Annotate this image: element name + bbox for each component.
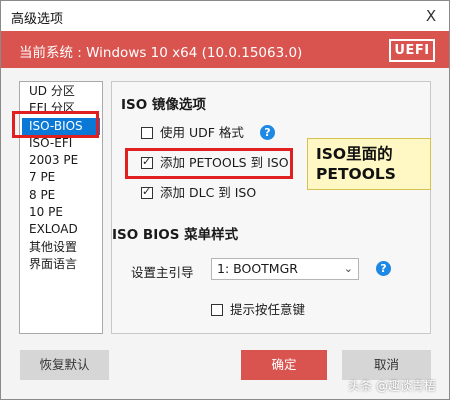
- show-any-key-option[interactable]: 提示按任意键: [211, 301, 305, 319]
- bios-menu-style-title: ISO BIOS 菜单样式: [112, 227, 239, 243]
- udf-format-checkbox[interactable]: [141, 127, 153, 139]
- advanced-options-window: 高级选项 X 当前系统 : Windows 10 x64 (10.0.15063…: [0, 0, 450, 400]
- help-circle-icon[interactable]: ?: [376, 261, 391, 276]
- close-icon[interactable]: X: [419, 4, 443, 28]
- bootloader-selected-value: 1: BOOTMGR: [217, 261, 298, 276]
- uefi-badge: UEFI: [389, 39, 435, 62]
- sidebar-item-language[interactable]: 界面语言: [20, 256, 102, 273]
- sidebar-item-2003-pe[interactable]: 2003 PE: [20, 152, 102, 169]
- restore-defaults-button[interactable]: 恢复默认: [20, 350, 109, 380]
- current-system-text: 当前系统 : Windows 10 x64 (10.0.15063.0): [19, 45, 303, 61]
- highlight-box-iso-bios: [12, 111, 99, 138]
- callout-line-1: ISO里面的: [316, 145, 393, 163]
- udf-format-option[interactable]: 使用 UDF 格式: [141, 124, 244, 142]
- show-any-key-label: 提示按任意键: [230, 302, 306, 317]
- title-bar: 高级选项 X: [1, 1, 449, 31]
- sidebar-item-10-pe[interactable]: 10 PE: [20, 204, 102, 221]
- callout-line-2: PETOOLS: [316, 165, 396, 183]
- chevron-down-icon: ⌄: [343, 262, 353, 275]
- bootloader-select[interactable]: 1: BOOTMGR ⌄: [211, 258, 359, 280]
- help-circle-icon[interactable]: ?: [260, 125, 275, 140]
- annotation-callout: ISO里面的 PETOOLS: [307, 138, 431, 190]
- bootloader-label: 设置主引导: [131, 265, 194, 280]
- cancel-button[interactable]: 取消: [342, 350, 431, 380]
- add-dlc-label: 添加 DLC 到 ISO: [160, 185, 257, 200]
- watermark-text: 头条 @趣谈青梧: [348, 379, 436, 393]
- sidebar-item-exload[interactable]: EXLOAD: [20, 221, 102, 238]
- sidebar-item-8-pe[interactable]: 8 PE: [20, 187, 102, 204]
- highlight-box-petools: [125, 148, 293, 179]
- window-title: 高级选项: [11, 12, 64, 27]
- ok-button[interactable]: 确定: [241, 350, 327, 380]
- sidebar-item-other-settings[interactable]: 其他设置: [20, 239, 102, 256]
- system-banner: 当前系统 : Windows 10 x64 (10.0.15063.0) UEF…: [1, 31, 449, 68]
- add-dlc-option[interactable]: ✓ 添加 DLC 到 ISO: [141, 184, 256, 202]
- sidebar-item-7-pe[interactable]: 7 PE: [20, 169, 102, 186]
- show-any-key-checkbox[interactable]: [211, 304, 223, 316]
- checkmark-icon: ✓: [142, 185, 152, 198]
- add-dlc-checkbox[interactable]: ✓: [141, 185, 153, 199]
- sidebar-item-ud-partition[interactable]: UD 分区: [20, 83, 102, 100]
- iso-options-title: ISO 镜像选项: [121, 97, 206, 113]
- settings-panel: ISO 镜像选项 使用 UDF 格式 ? ✓ 添加 PETOOLS 到 ISO ✓…: [111, 81, 431, 334]
- udf-format-label: 使用 UDF 格式: [160, 125, 244, 140]
